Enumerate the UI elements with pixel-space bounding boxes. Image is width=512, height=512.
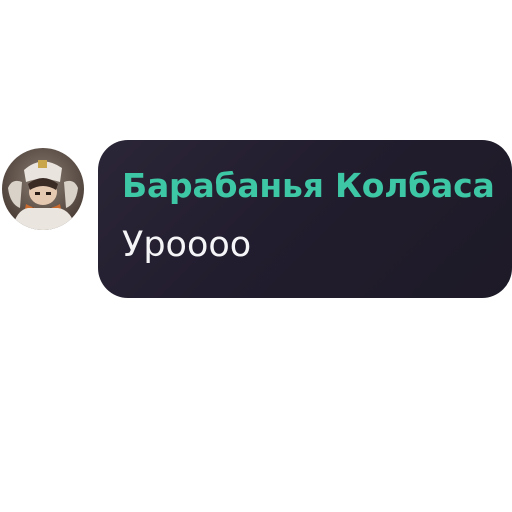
- message-bubble[interactable]: Барабанья Колбаса Уроооо: [98, 140, 512, 298]
- avatar-image: [2, 148, 84, 230]
- chat-message-row: Барабанья Колбаса Уроооо: [0, 0, 512, 512]
- user-avatar-icon[interactable]: [2, 148, 84, 230]
- message-text: Уроооо: [122, 225, 252, 265]
- sender-name[interactable]: Барабанья Колбаса: [122, 166, 495, 206]
